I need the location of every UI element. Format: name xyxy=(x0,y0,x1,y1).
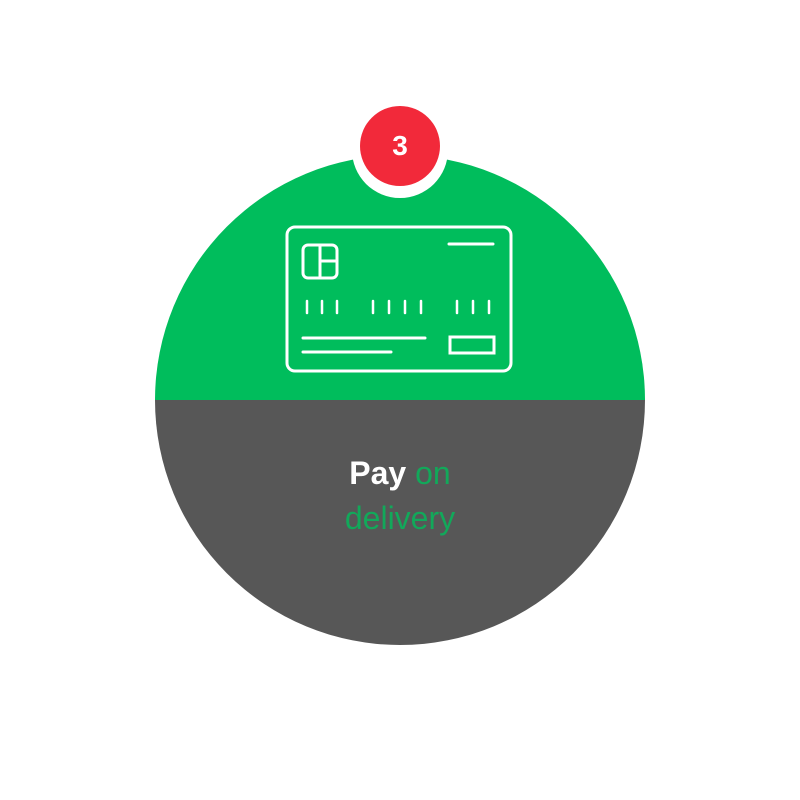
label-word-delivery: delivery xyxy=(344,500,456,536)
step-number: 3 xyxy=(392,130,408,161)
step-label: Pay on delivery xyxy=(155,451,645,541)
step-circle: Pay on delivery xyxy=(155,155,645,645)
credit-card-icon xyxy=(285,225,513,373)
label-word-pay: Pay xyxy=(349,455,407,491)
step-number-badge: 3 xyxy=(360,106,440,186)
step-card: Pay on delivery 3 xyxy=(0,0,800,800)
label-word-on: on xyxy=(415,455,451,491)
